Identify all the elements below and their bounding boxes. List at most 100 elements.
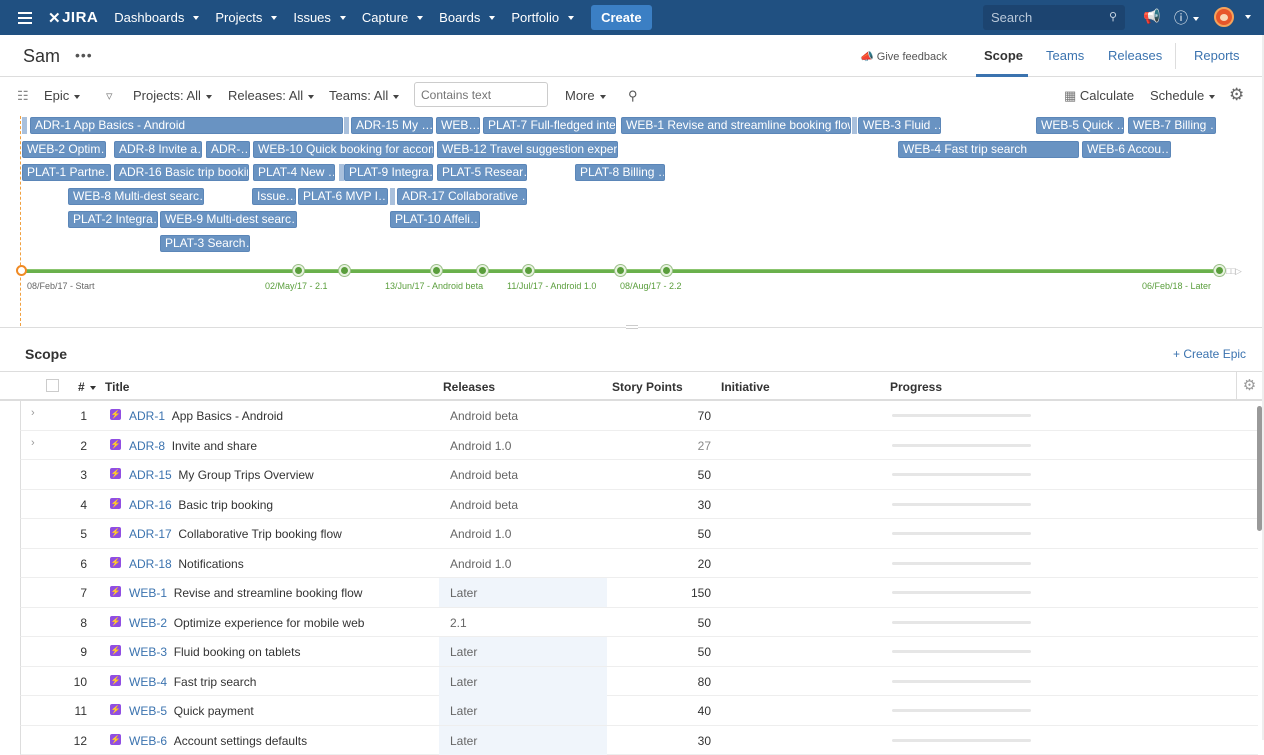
nav-dashboards[interactable]: Dashboards bbox=[114, 10, 199, 25]
nav-issues[interactable]: Issues bbox=[293, 10, 346, 25]
timeline-bar[interactable]: ADR-17 Collaborative … bbox=[397, 188, 527, 205]
table-row[interactable]: 8⚡WEB-2 Optimize experience for mobile w… bbox=[20, 608, 1258, 638]
timeline-bar[interactable]: PLAT-9 Integra… bbox=[344, 164, 433, 181]
release-cell[interactable]: Later bbox=[439, 726, 607, 755]
table-row[interactable]: ›2⚡ADR-8 Invite and shareAndroid 1.027 bbox=[20, 431, 1258, 461]
timeline-bar[interactable]: ADR-8 Invite a… bbox=[114, 141, 202, 158]
timeline-bar[interactable]: WEB… bbox=[436, 117, 480, 134]
timeline-bar[interactable]: ADR-15 My … bbox=[351, 117, 433, 134]
timeline-bar[interactable]: PLAT-6 MVP I… bbox=[298, 188, 388, 205]
issue-key-link[interactable]: WEB-1 Revise and streamline booking flow bbox=[129, 586, 362, 600]
issue-key-link[interactable]: ADR-16 Basic trip booking bbox=[129, 498, 273, 512]
release-cell[interactable]: Later bbox=[439, 578, 607, 607]
issue-key-link[interactable]: ADR-17 Collaborative Trip booking flow bbox=[129, 527, 342, 541]
release-cell[interactable]: Android beta bbox=[439, 401, 607, 430]
release-cell[interactable]: Later bbox=[439, 667, 607, 696]
timeline-bar[interactable]: WEB-10 Quick booking for accom… bbox=[253, 141, 434, 158]
issue-key[interactable]: ADR-17 bbox=[129, 527, 172, 541]
issue-key-link[interactable]: WEB-3 Fluid booking on tablets bbox=[129, 645, 300, 659]
timeline-bar[interactable]: ADR-… bbox=[206, 141, 250, 158]
story-points-cell[interactable]: 20 bbox=[651, 557, 711, 571]
nav-capture[interactable]: Capture bbox=[362, 10, 423, 25]
release-milestone[interactable] bbox=[431, 265, 442, 276]
nav-projects[interactable]: Projects bbox=[215, 10, 277, 25]
timeline-bar[interactable]: WEB-5 Quick … bbox=[1036, 117, 1124, 134]
calculate-button[interactable]: ▦ Calculate bbox=[1064, 88, 1134, 104]
issue-key-link[interactable]: WEB-2 Optimize experience for mobile web bbox=[129, 616, 364, 630]
timeline-bar[interactable]: ADR-1 App Basics - Android bbox=[30, 117, 343, 134]
jira-logo[interactable]: ✕JIRA bbox=[48, 9, 98, 27]
issue-title[interactable]: Fast trip search bbox=[174, 675, 257, 689]
timeline-bar[interactable]: PLAT-7 Full-fledged inte… bbox=[483, 117, 616, 134]
story-points-cell[interactable]: 50 bbox=[651, 645, 711, 659]
tab-reports[interactable]: Reports bbox=[1194, 48, 1240, 63]
release-milestone[interactable] bbox=[661, 265, 672, 276]
release-milestone[interactable] bbox=[523, 265, 534, 276]
timeline-bar[interactable]: WEB-3 Fluid … bbox=[858, 117, 941, 134]
help-icon[interactable]: ⓘ bbox=[1174, 8, 1199, 28]
timeline-bar[interactable]: WEB-2 Optim… bbox=[22, 141, 106, 158]
timeline-bar[interactable]: PLAT-10 Affeli… bbox=[390, 211, 480, 228]
issue-key[interactable]: ADR-1 bbox=[129, 409, 165, 423]
issue-title[interactable]: My Group Trips Overview bbox=[178, 468, 313, 482]
timeline-bar[interactable]: WEB-4 Fast trip search bbox=[898, 141, 1079, 158]
story-points-cell[interactable]: 50 bbox=[651, 468, 711, 482]
timeline-bar[interactable]: WEB-7 Billing … bbox=[1128, 117, 1216, 134]
release-cell[interactable]: Later bbox=[439, 637, 607, 666]
issue-title[interactable]: Basic trip booking bbox=[178, 498, 273, 512]
timeline-bar[interactable]: PLAT-5 Resear… bbox=[437, 164, 527, 181]
releases-filter[interactable]: Releases: All bbox=[228, 88, 314, 103]
story-points-cell[interactable]: 50 bbox=[651, 527, 711, 541]
search-icon[interactable]: ⚲ bbox=[628, 88, 638, 104]
issue-key[interactable]: WEB-6 bbox=[129, 734, 167, 748]
story-points-cell[interactable]: 30 bbox=[651, 734, 711, 748]
issue-title[interactable]: Account settings defaults bbox=[174, 734, 307, 748]
projects-filter[interactable]: Projects: All bbox=[133, 88, 212, 103]
story-points-cell[interactable]: 50 bbox=[651, 616, 711, 630]
hierarchy-dropdown[interactable]: Epic bbox=[44, 88, 80, 103]
table-row[interactable]: 5⚡ADR-17 Collaborative Trip booking flow… bbox=[20, 519, 1258, 549]
issue-key-link[interactable]: WEB-6 Account settings defaults bbox=[129, 734, 307, 748]
issue-key-link[interactable]: ADR-1 App Basics - Android bbox=[129, 409, 283, 423]
issue-title[interactable]: Optimize experience for mobile web bbox=[174, 616, 365, 630]
megaphone-icon[interactable]: 📢 bbox=[1143, 8, 1160, 25]
select-all-checkbox[interactable] bbox=[46, 379, 59, 392]
issue-title[interactable]: Invite and share bbox=[172, 439, 257, 453]
issue-key[interactable]: WEB-3 bbox=[129, 645, 167, 659]
tab-releases[interactable]: Releases bbox=[1108, 48, 1162, 63]
release-milestone[interactable] bbox=[1214, 265, 1225, 276]
create-button[interactable]: Create bbox=[591, 5, 651, 30]
timeline-bar[interactable]: WEB-6 Accou… bbox=[1082, 141, 1171, 158]
schedule-dropdown[interactable]: Schedule bbox=[1150, 88, 1215, 103]
issue-key-link[interactable]: ADR-8 Invite and share bbox=[129, 439, 257, 453]
issue-key[interactable]: WEB-5 bbox=[129, 704, 167, 718]
issue-title[interactable]: Quick payment bbox=[174, 704, 254, 718]
tab-scope[interactable]: Scope bbox=[984, 48, 1023, 63]
timeline-bar[interactable]: PLAT-8 Billing … bbox=[575, 164, 665, 181]
table-row[interactable]: 3⚡ADR-15 My Group Trips OverviewAndroid … bbox=[20, 460, 1258, 490]
table-row[interactable]: 9⚡WEB-3 Fluid booking on tabletsLater50 bbox=[20, 637, 1258, 667]
global-search-input[interactable]: Search⚲ bbox=[983, 5, 1125, 30]
chevron-down-icon[interactable] bbox=[1245, 15, 1251, 19]
settings-gear-icon[interactable]: ⚙ bbox=[1229, 85, 1244, 105]
issue-title[interactable]: Notifications bbox=[178, 557, 243, 571]
issue-key[interactable]: ADR-8 bbox=[129, 439, 165, 453]
release-cell[interactable]: 2.1 bbox=[439, 608, 607, 637]
issue-key[interactable]: ADR-15 bbox=[129, 468, 172, 482]
timeline-bar[interactable]: WEB-9 Multi-dest searc… bbox=[160, 211, 297, 228]
table-row[interactable]: 10⚡WEB-4 Fast trip searchLater80 bbox=[20, 667, 1258, 697]
bar-handle[interactable] bbox=[390, 188, 395, 205]
timeline-bar[interactable]: PLAT-2 Integra… bbox=[68, 211, 158, 228]
story-points-cell[interactable]: 150 bbox=[651, 586, 711, 600]
expand-chevron-icon[interactable]: › bbox=[31, 407, 35, 419]
more-actions-button[interactable]: ••• bbox=[75, 47, 93, 63]
release-milestone[interactable] bbox=[16, 265, 27, 276]
release-cell[interactable]: Android 1.0 bbox=[439, 431, 607, 460]
release-milestone[interactable] bbox=[477, 265, 488, 276]
issue-key[interactable]: WEB-2 bbox=[129, 616, 167, 630]
table-row[interactable]: 6⚡ADR-18 NotificationsAndroid 1.020 bbox=[20, 549, 1258, 579]
contains-text-input[interactable] bbox=[414, 82, 548, 107]
release-milestone[interactable] bbox=[615, 265, 626, 276]
table-row[interactable]: 4⚡ADR-16 Basic trip bookingAndroid beta3… bbox=[20, 490, 1258, 520]
timeline-bar[interactable]: ADR-16 Basic trip booking bbox=[114, 164, 249, 181]
